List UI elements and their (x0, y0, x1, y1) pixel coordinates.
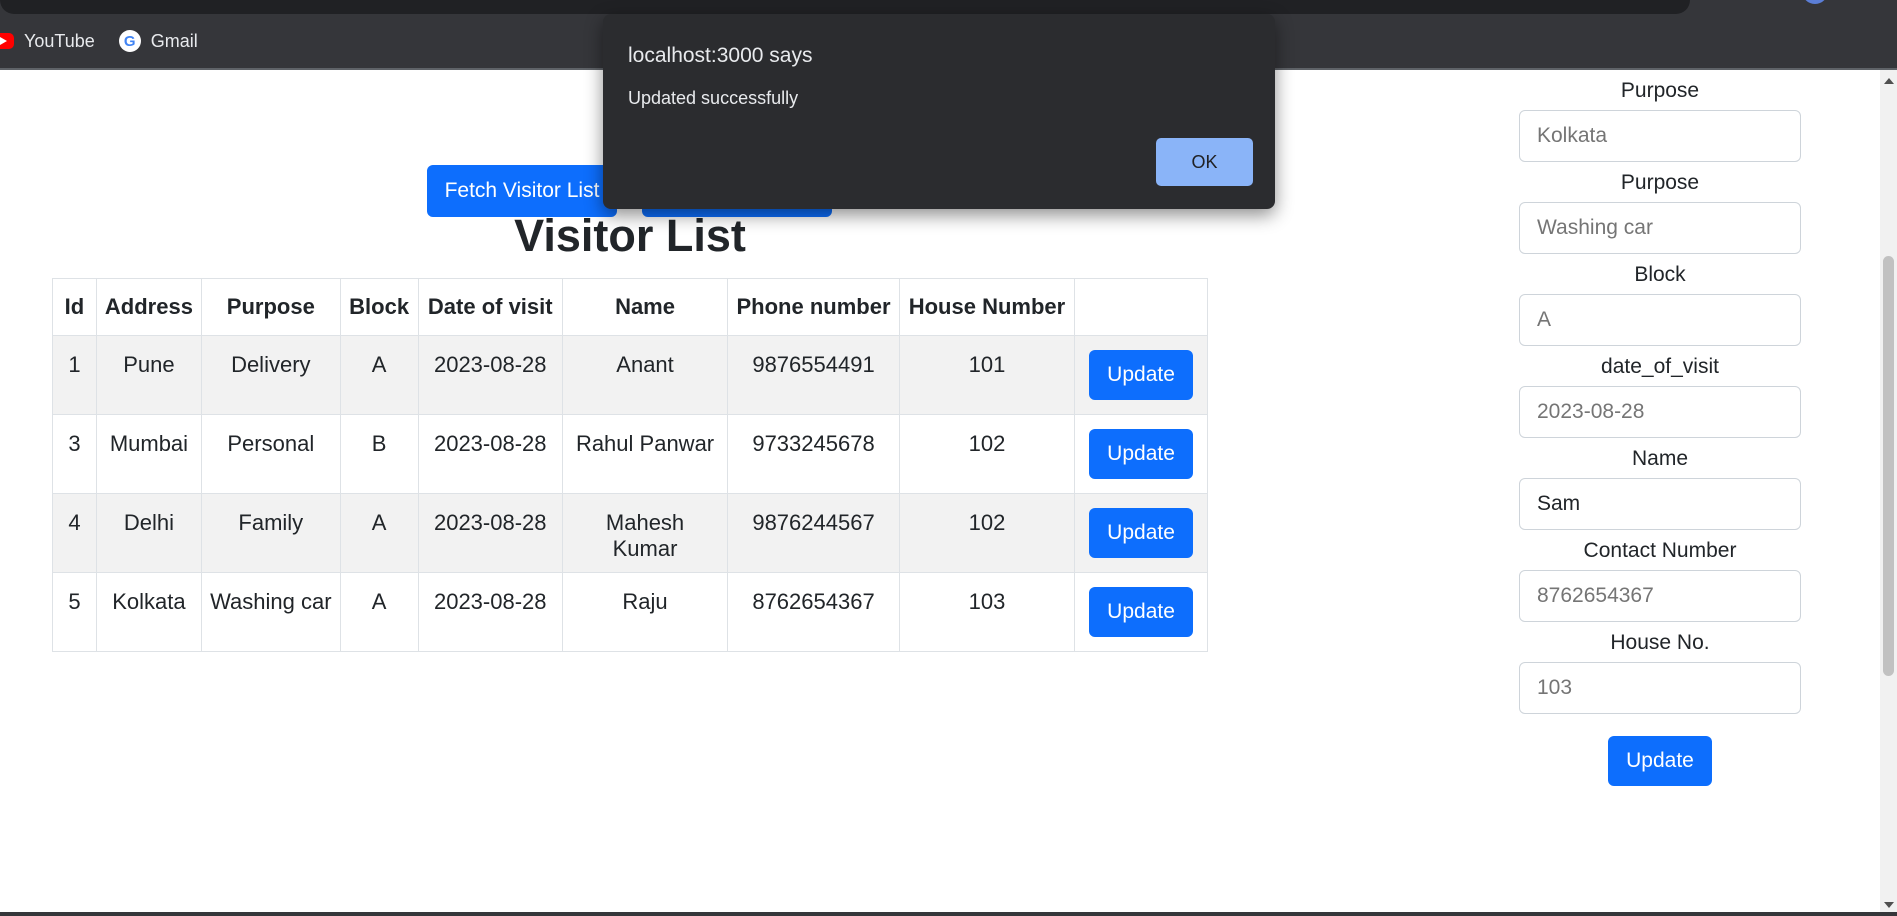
cell-block: A (339, 572, 419, 652)
row-update-button[interactable]: Update (1089, 508, 1194, 558)
page-scrollbar[interactable] (1880, 70, 1897, 916)
cell-action: Update (1074, 493, 1208, 573)
bookmark-label: Gmail (150, 30, 198, 51)
window-bottom-edge (0, 912, 1897, 916)
field-label: Block (1634, 263, 1686, 286)
purpose-input-1[interactable] (1519, 110, 1801, 162)
address-bar[interactable] (0, 0, 1690, 14)
column-header: House Number (898, 278, 1076, 336)
bookmarks-bar: YouTube G Gmail (0, 26, 198, 56)
purpose-input-2[interactable] (1519, 202, 1801, 254)
youtube-icon (0, 33, 14, 49)
page-title: Visitor List (514, 210, 746, 261)
cell-purpose: Family (200, 493, 341, 573)
column-header: Name (561, 278, 729, 336)
scroll-down-arrow-icon[interactable] (1884, 902, 1894, 908)
field-contact: Contact Number (1519, 532, 1801, 622)
column-header: Block (339, 278, 419, 336)
cell-purpose: Washing car (200, 572, 341, 652)
dialog-ok-button[interactable]: OK (1156, 138, 1253, 186)
cell-phone: 9876554491 (727, 335, 900, 415)
field-date: date_of_visit (1519, 348, 1801, 438)
cell-address: Pune (95, 335, 202, 415)
form-update-button[interactable]: Update (1608, 736, 1712, 786)
row-update-button[interactable]: Update (1089, 429, 1194, 479)
cell-name: Anant (561, 335, 729, 415)
field-label: Name (1631, 447, 1689, 470)
field-name: Name (1519, 440, 1801, 530)
cell-house: 101 (898, 335, 1076, 415)
column-header: Id (52, 278, 97, 336)
field-label: date_of_visit (1601, 355, 1719, 378)
cell-address: Kolkata (95, 572, 202, 652)
cell-id: 5 (52, 572, 97, 652)
column-header: Purpose (200, 278, 341, 336)
field-label: Purpose (1620, 171, 1700, 194)
column-header: Phone number (727, 278, 900, 336)
cell-action: Update (1074, 572, 1208, 652)
cell-id: 1 (52, 335, 97, 415)
google-icon: G (118, 30, 141, 52)
cell-id: 4 (52, 493, 97, 573)
cell-purpose: Delivery (200, 335, 341, 415)
column-header: Address (95, 278, 202, 336)
cell-phone: 9876244567 (727, 493, 900, 573)
cell-action: Update (1074, 335, 1208, 415)
scroll-thumb[interactable] (1883, 256, 1894, 676)
table-row: 4 Delhi Family A 2023-08-28 Mahesh Kumar… (52, 493, 1208, 573)
cell-name: Raju (561, 572, 729, 652)
cell-block: B (339, 414, 419, 494)
row-update-button[interactable]: Update (1089, 350, 1194, 400)
cell-house: 102 (898, 414, 1076, 494)
cell-date: 2023-08-28 (417, 493, 563, 573)
cell-house: 103 (898, 572, 1076, 652)
cell-name: Mahesh Kumar (561, 493, 729, 573)
cell-date: 2023-08-28 (417, 335, 563, 415)
table-header-row: Id Address Purpose Block Date of visit N… (52, 278, 1208, 336)
column-header: Date of visit (417, 278, 563, 336)
cell-address: Mumbai (95, 414, 202, 494)
block-input[interactable] (1519, 294, 1801, 346)
cell-phone: 9733245678 (727, 414, 900, 494)
visitor-table: Id Address Purpose Block Date of visit N… (52, 278, 1208, 652)
field-block: Block (1519, 256, 1801, 346)
field-purpose-2: Purpose (1519, 164, 1801, 254)
cell-phone: 8762654367 (727, 572, 900, 652)
table-row: 3 Mumbai Personal B 2023-08-28 Rahul Pan… (52, 414, 1208, 494)
name-input[interactable] (1519, 478, 1801, 530)
table-row: 1 Pune Delivery A 2023-08-28 Anant 98765… (52, 335, 1208, 415)
scroll-up-arrow-icon[interactable] (1884, 78, 1894, 84)
date-of-visit-input[interactable] (1519, 386, 1801, 438)
cell-block: A (339, 493, 419, 573)
alert-dialog: localhost:3000 says Updated successfully… (603, 14, 1275, 209)
row-update-button[interactable]: Update (1089, 587, 1194, 637)
cell-action: Update (1074, 414, 1208, 494)
house-number-input[interactable] (1519, 662, 1801, 714)
cell-address: Delhi (95, 493, 202, 573)
contact-number-input[interactable] (1519, 570, 1801, 622)
cell-date: 2023-08-28 (417, 572, 563, 652)
bookmark-gmail[interactable]: G Gmail (118, 30, 198, 52)
field-house: House No. (1519, 624, 1801, 714)
cell-date: 2023-08-28 (417, 414, 563, 494)
cell-house: 102 (898, 493, 1076, 573)
table-row: 5 Kolkata Washing car A 2023-08-28 Raju … (52, 572, 1208, 652)
update-visitor-form: Purpose Purpose Block date_of_visit Name… (1519, 70, 1801, 786)
field-label: Contact Number (1583, 539, 1737, 562)
profile-avatar[interactable] (1802, 0, 1828, 4)
cell-block: A (339, 335, 419, 415)
dialog-title: localhost:3000 says (628, 44, 813, 67)
cell-purpose: Personal (200, 414, 341, 494)
field-label: House No. (1610, 631, 1710, 654)
field-purpose-1: Purpose (1519, 72, 1801, 162)
column-header (1074, 278, 1208, 336)
dialog-message: Updated successfully (628, 88, 799, 108)
cell-id: 3 (52, 414, 97, 494)
cell-name: Rahul Panwar (561, 414, 729, 494)
bookmark-label: YouTube (24, 30, 95, 51)
field-label: Purpose (1620, 79, 1700, 102)
bookmark-youtube[interactable]: YouTube (0, 31, 95, 52)
